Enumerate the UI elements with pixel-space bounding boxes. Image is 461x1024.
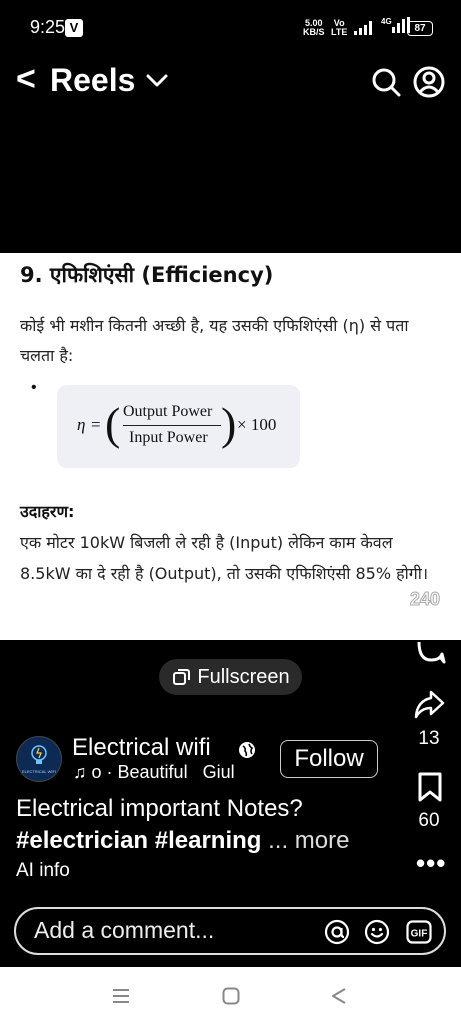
save-count: 60 [418,810,440,831]
formula-eta-symbol: η [77,415,86,434]
bookmark-icon[interactable] [418,772,442,807]
avatar[interactable]: ELECTRICAL WIFI [16,736,62,782]
efficiency-formula: η = ( Output Power Input Power ) × 100 [57,385,300,468]
comment-placeholder: Add a comment... [34,917,215,943]
caption-more-link[interactable]: ... more [261,827,349,854]
net-speed-unit: KB/S [303,27,325,37]
example-heading: उदाहरण: [20,502,75,521]
volte-bottom-label: LTE [331,27,348,37]
status-bar: 9:25 V 5.00 KB/S Vo LTE 4G 87 [0,0,461,55]
author-name[interactable]: Electrical wifi [72,734,211,762]
emoji-icon[interactable] [364,919,390,950]
recents-icon[interactable] [112,988,130,1009]
formula-denominator: Input Power [129,429,208,446]
formula-left-paren: ( [105,398,121,449]
back-nav-icon[interactable] [330,987,348,1010]
formula-fraction-bar [123,425,221,426]
system-nav-bar [0,967,461,1024]
chevron-down-icon[interactable] [145,68,169,97]
audio-track[interactable]: ♫ o · Beautiful Giul [73,762,261,783]
reel-caption[interactable]: Electrical important Notes? #electrician… [16,793,396,857]
more-options-icon[interactable]: ••• [416,848,446,879]
share-icon[interactable] [413,689,445,724]
fullscreen-label: Fullscreen [197,665,290,688]
profile-icon[interactable] [413,66,445,103]
caption-hashtags[interactable]: #electrician #learning [16,827,261,854]
comment-input[interactable]: Add a comment... GIF [14,907,446,955]
avatar-text: ELECTRICAL WIFI [22,769,56,774]
battery-icon: 87 [407,21,433,36]
mention-icon[interactable] [324,919,350,950]
ai-info-link[interactable]: AI info [16,860,70,882]
content-paragraph: कोई भी मशीन कितनी अच्छी है, यह उसकी एफिश… [20,316,409,365]
content-heading: 9. एफिशिएंसी (Efficiency) [20,263,274,287]
formula-right-paren: ) [221,398,237,449]
fullscreen-icon [173,669,191,685]
music-note-icon: ♫ [73,762,87,782]
caption-text: Electrical important Notes? [16,795,303,822]
back-icon[interactable]: < [16,60,36,99]
notification-badge-icon: V [65,19,83,37]
volte-indicator: Vo LTE [331,19,347,37]
formula-equals: = [91,415,101,434]
fullscreen-button[interactable]: Fullscreen [159,659,302,695]
globe-icon [238,741,256,764]
comment-icon[interactable] [416,641,446,669]
avatar-bulb-icon: ELECTRICAL WIFI [22,745,56,774]
reel-content-card[interactable]: 9. एफिशिएंसी (Efficiency) कोई भी मशीन कि… [0,253,461,640]
net-speed-indicator: 5.00 KB/S [303,19,325,37]
bullet-point: • [31,379,37,396]
page-title[interactable]: Reels [50,62,135,99]
gif-icon[interactable]: GIF [406,920,432,949]
page-number: 240 [409,589,441,610]
formula-numerator: Output Power [123,403,213,420]
follow-button[interactable]: Follow [280,740,378,778]
example-text: एक मोटर 10kW बिजली ले रही है (Input) लेक… [20,533,429,583]
share-count: 13 [418,728,440,749]
signal-strength-icon [354,21,376,38]
audio-track-label: o · Beautiful Giul [91,762,235,782]
status-time: 9:25 [30,17,66,37]
formula-multiplier: × 100 [237,415,277,434]
signal-4g-label: 4G [381,17,392,26]
home-icon[interactable] [222,987,240,1010]
svg-text:GIF: GIF [411,929,428,940]
search-icon[interactable] [370,66,402,103]
